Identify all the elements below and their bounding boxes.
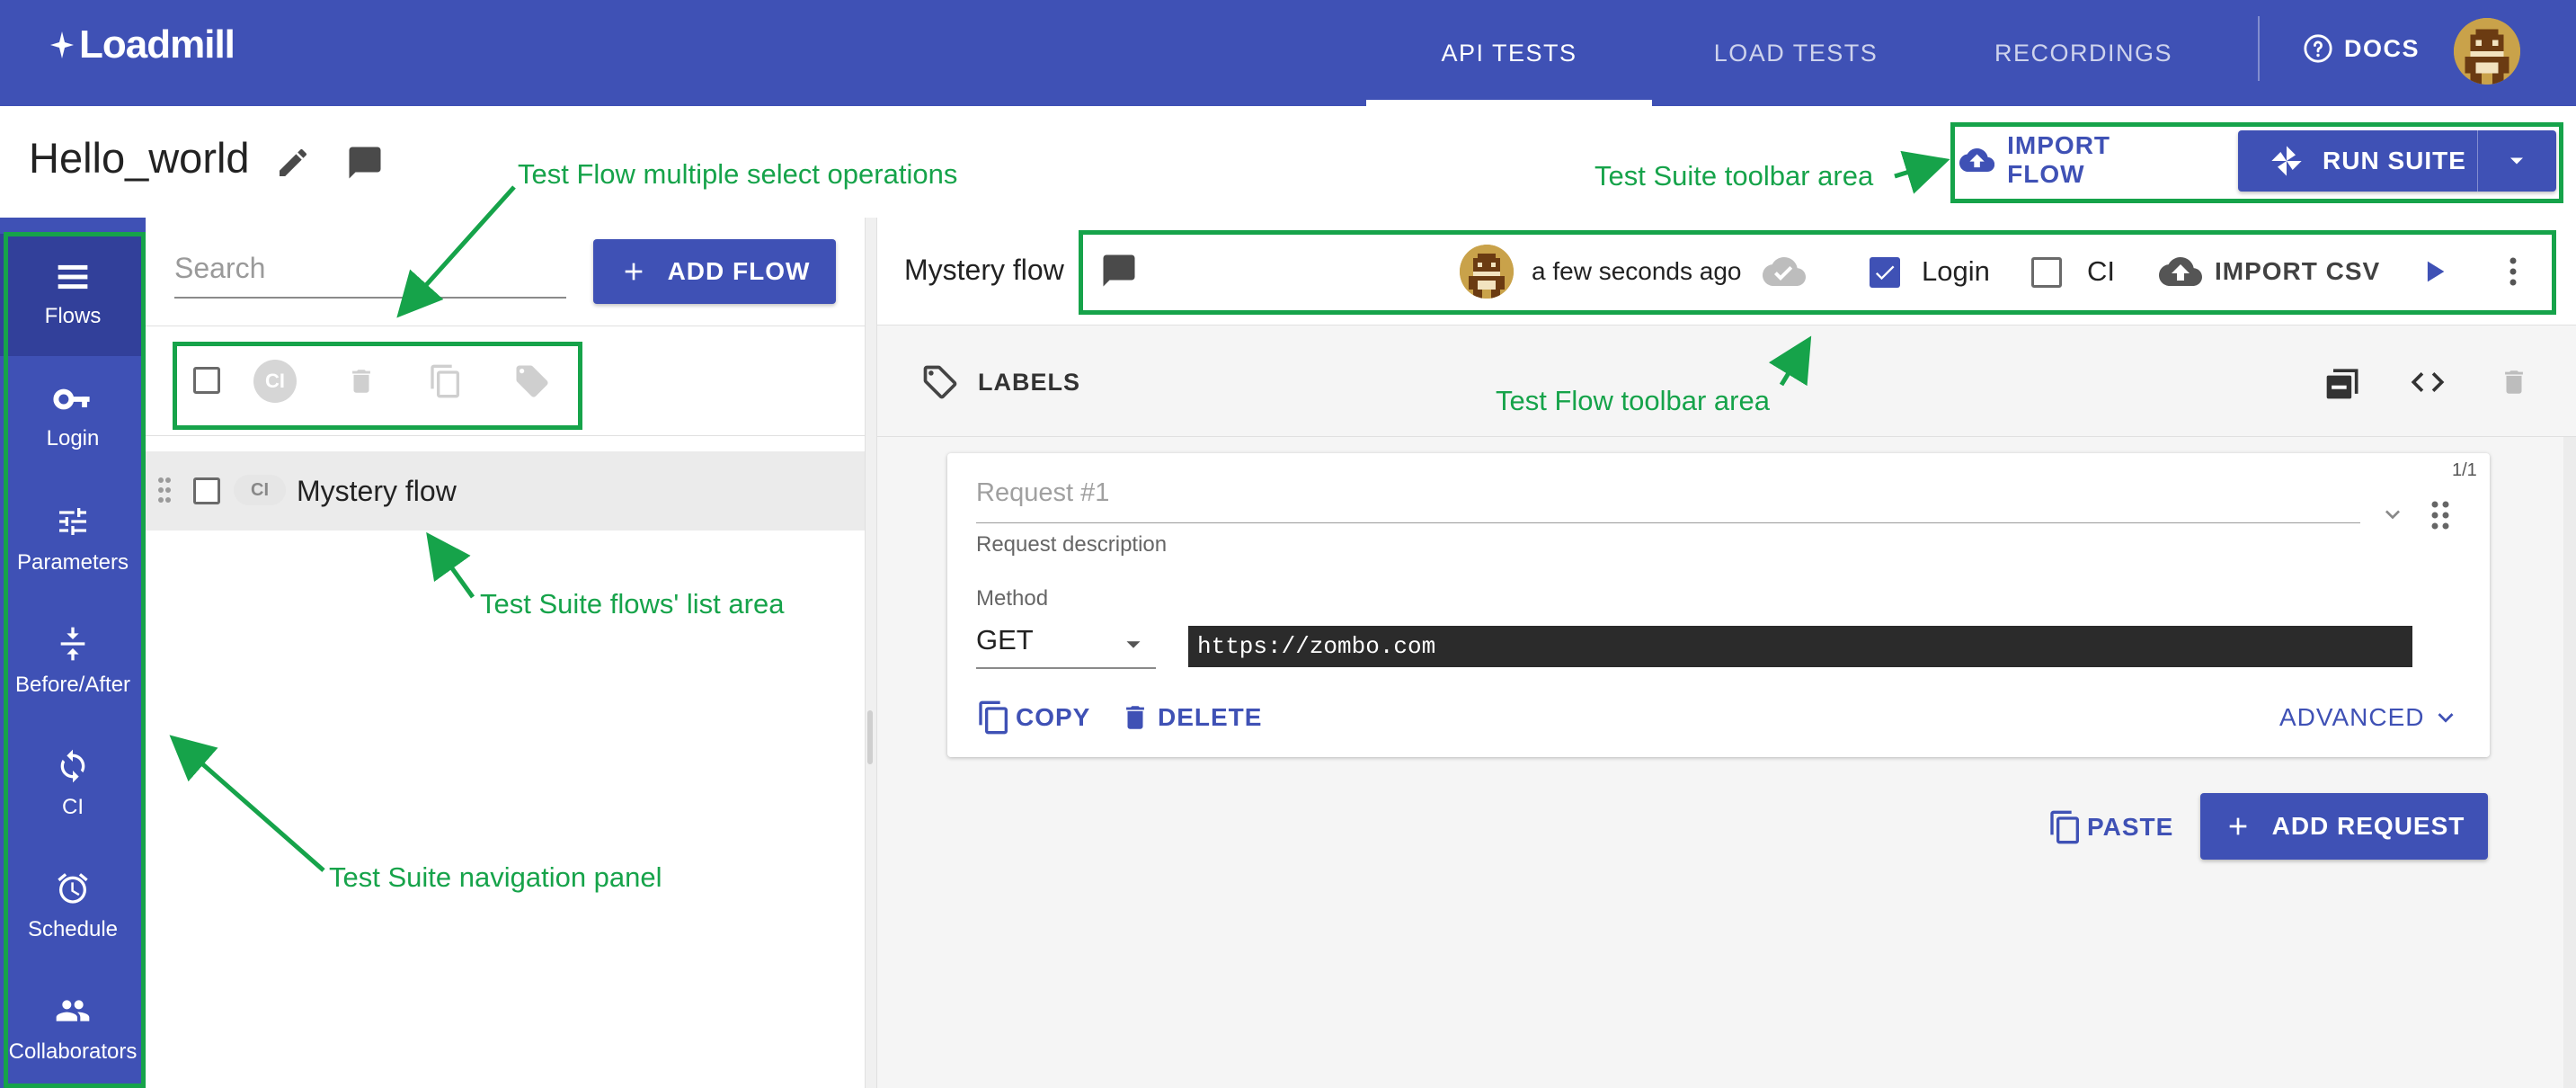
tab-api-tests[interactable]: API TESTS <box>1366 0 1652 106</box>
plus-icon <box>625 263 642 281</box>
search-input[interactable]: Search <box>174 245 566 299</box>
copy-request-button[interactable]: COPY <box>976 694 1090 741</box>
docs-label: DOCS <box>2344 34 2421 62</box>
flow-checkbox[interactable] <box>193 477 220 504</box>
caret-down-icon <box>1126 641 1141 648</box>
labels-button[interactable]: LABELS <box>920 360 1080 405</box>
flows-list-annotation: Test Suite flows' list area <box>480 588 785 620</box>
flow-toolbar-annotation: Test Flow toolbar area <box>1496 385 1770 416</box>
add-flow-button[interactable]: ADD FLOW <box>593 239 836 304</box>
labels-label: LABELS <box>978 368 1080 396</box>
suite-description-button[interactable] <box>342 139 388 186</box>
multi-select-annotation: Test Flow multiple select operations <box>518 158 958 190</box>
trash-icon <box>2505 370 2523 394</box>
request-description-input[interactable]: Request description <box>976 532 1167 557</box>
add-flow-label: ADD FLOW <box>667 257 811 285</box>
pixel-avatar-icon <box>2454 18 2520 85</box>
request-name-input[interactable]: Request #1 <box>976 478 2360 523</box>
url-input[interactable]: https://zombo.com <box>1188 626 2412 667</box>
tab-load-tests[interactable]: LOAD TESTS <box>1652 0 1940 106</box>
loadmill-logo[interactable]: Loadmill <box>49 20 235 70</box>
add-request-label: ADD REQUEST <box>2271 812 2465 840</box>
multi-select-highlight <box>173 342 582 430</box>
collapse-all-button[interactable] <box>2321 360 2366 405</box>
copy-label: COPY <box>1016 703 1091 731</box>
delete-request-button[interactable]: DELETE <box>1120 694 1262 741</box>
chevron-down-icon <box>2438 713 2454 723</box>
nav-divider <box>2258 16 2260 81</box>
paste-request-button[interactable]: PASTE <box>2047 800 2173 854</box>
scrollbar-track[interactable] <box>2563 437 2576 1088</box>
advanced-label: ADVANCED <box>2279 703 2425 731</box>
pencil-icon <box>280 148 306 176</box>
delete-flow-button[interactable] <box>2492 360 2536 405</box>
suite-title: Hello_world <box>29 134 250 182</box>
edit-title-button[interactable] <box>270 139 316 186</box>
tab-label: LOAD TESTS <box>1713 39 1879 67</box>
trash-icon <box>1126 706 1144 729</box>
docs-link[interactable]: DOCS <box>2303 27 2420 70</box>
resize-grip[interactable] <box>867 710 873 764</box>
label-outline-icon <box>923 365 957 399</box>
logo-text: Loadmill <box>79 22 235 67</box>
copy-icon <box>2050 810 2079 844</box>
delete-label: DELETE <box>1158 703 1263 731</box>
suite-toolbar-annotation: Test Suite toolbar area <box>1594 160 1874 192</box>
drag-handle-icon[interactable] <box>2430 500 2450 531</box>
advanced-toggle-button[interactable]: ADVANCED <box>2279 694 2461 741</box>
copy-icon <box>979 700 1008 735</box>
flow-name[interactable]: Mystery flow <box>297 475 457 508</box>
help-circle-icon <box>2304 34 2332 63</box>
arrow-suite-toolbar <box>1894 150 1950 194</box>
flow-title: Mystery flow <box>904 254 1064 286</box>
method-label: Method <box>976 586 1049 611</box>
method-select[interactable]: GET <box>976 619 1156 669</box>
expand-request-button[interactable] <box>2375 496 2411 532</box>
method-value: GET <box>976 624 1034 655</box>
tab-label: API TESTS <box>1441 39 1577 67</box>
tab-recordings[interactable]: RECORDINGS <box>1940 0 2227 106</box>
code-icon <box>2411 372 2445 392</box>
chevron-down-icon <box>2385 510 2400 520</box>
nav-panel-highlight <box>4 232 146 1088</box>
flow-ci-badge: CI <box>234 475 286 505</box>
plus-icon <box>2229 817 2246 835</box>
collapse-all-icon <box>2326 369 2358 399</box>
add-request-button[interactable]: ADD REQUEST <box>2200 793 2488 860</box>
drag-handle-icon[interactable] <box>157 477 172 504</box>
nav-panel-annotation: Test Suite navigation panel <box>329 861 662 893</box>
paste-label: PASTE <box>2087 813 2174 841</box>
sparkle-icon <box>50 31 74 58</box>
tab-label: RECORDINGS <box>1994 39 2172 67</box>
suite-toolbar-highlight <box>1950 122 2563 203</box>
list-divider <box>146 435 865 436</box>
comment-icon <box>349 147 381 179</box>
request-counter: 1/1 <box>2452 460 2477 480</box>
flow-toolbar-highlight <box>1079 230 2556 315</box>
code-view-button[interactable] <box>2405 360 2450 405</box>
user-avatar[interactable] <box>2454 18 2520 85</box>
panel-resize-handle[interactable] <box>865 218 877 1088</box>
